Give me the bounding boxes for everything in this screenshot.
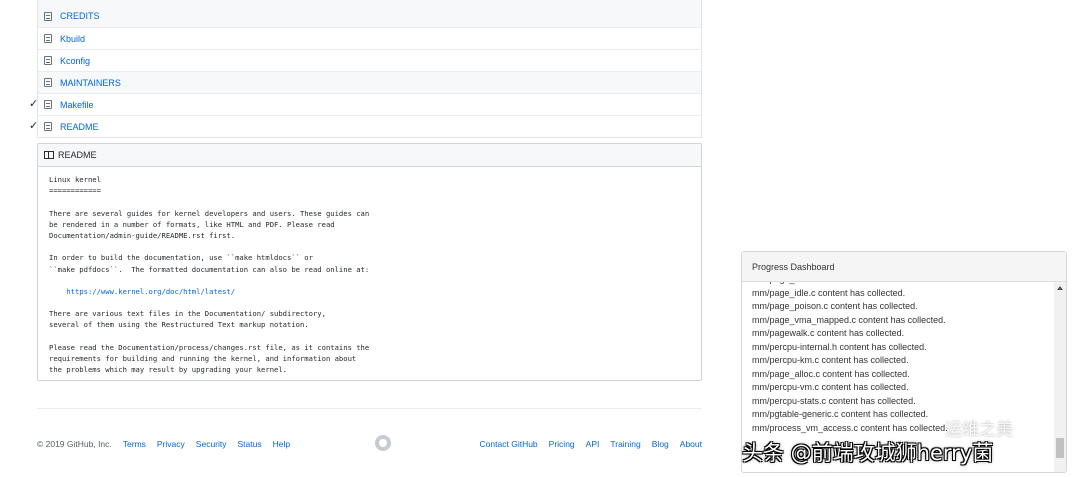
- file-link[interactable]: MAINTAINERS: [60, 78, 121, 88]
- file-link[interactable]: Kbuild: [60, 34, 85, 44]
- readme-line: ============: [49, 186, 101, 196]
- file-link[interactable]: CREDITS: [60, 11, 100, 21]
- footer-link-help[interactable]: Help: [273, 439, 290, 449]
- readme-line: Linux kernel: [49, 175, 101, 184]
- dashboard-title: Progress Dashboard: [752, 261, 835, 272]
- readme-content: Linux kernel ============ There are severa…: [38, 167, 701, 382]
- footer-divider: [37, 408, 702, 409]
- readme-line: [49, 275, 690, 286]
- readme-docs-link[interactable]: https://www.kernel.org/doc/html/latest/: [49, 286, 690, 297]
- footer-link-api[interactable]: API: [586, 439, 600, 449]
- log-entry: mm/pagewalk.c content has collected.: [752, 328, 905, 338]
- file-icon: [44, 34, 52, 43]
- log-entry: mm/page_idle.c content has collected.: [752, 287, 906, 298]
- log-entry: mm/page_vma_mapped.c content has collect…: [752, 314, 946, 325]
- footer-link-security[interactable]: Security: [196, 439, 227, 449]
- log-entry: mm/percpu-vm.c content has collected.: [752, 382, 909, 392]
- file-row[interactable]: CREDITS: [38, 0, 701, 27]
- log-entry: mm/percpu-km.c content has collected.: [752, 355, 909, 365]
- readme-line: Documentation/admin-guide/README.rst fir…: [49, 230, 236, 240]
- readme-line: [49, 196, 690, 207]
- checkmark-icon: ✓: [29, 120, 39, 132]
- file-icon: [44, 11, 52, 21]
- readme-header: README: [38, 144, 701, 167]
- file-row[interactable]: ✓ Makefile: [29, 93, 701, 115]
- log-entry: mm/page_alloc.c content has collected.: [752, 368, 910, 379]
- file-icon: [44, 100, 52, 109]
- scroll-up-arrow-icon[interactable]: [1057, 286, 1063, 290]
- github-logo-icon[interactable]: [375, 435, 391, 451]
- footer: © 2019 GitHub, Inc. Terms Privacy Security…: [37, 435, 702, 452]
- book-icon: [44, 151, 54, 159]
- footer-link-about[interactable]: About: [680, 439, 702, 449]
- file-link[interactable]: Makefile: [60, 100, 94, 110]
- readme-line: be rendered in a number of formats, like…: [49, 219, 335, 229]
- footer-link-blog[interactable]: Blog: [652, 439, 669, 449]
- scrollbar-thumb[interactable]: [1056, 438, 1064, 458]
- watermark-bottom-text: 头条 @前端攻城狮herry菌: [742, 441, 994, 465]
- footer-link-pricing[interactable]: Pricing: [549, 439, 575, 449]
- readme-line: the problems which may result by upgradi…: [49, 365, 287, 375]
- readme-line: [49, 241, 690, 252]
- file-row[interactable]: Kbuild: [38, 27, 701, 49]
- footer-copyright: © 2019 GitHub, Inc.: [37, 439, 112, 449]
- footer-link-training[interactable]: Training: [610, 439, 640, 449]
- readme-line: ``make pdfdocs``. The formatted document…: [49, 264, 370, 274]
- file-link[interactable]: Kconfig: [60, 56, 90, 66]
- dashboard-header: Progress Dashboard: [742, 252, 1066, 282]
- readme-panel: README Linux kernel ============ There are…: [37, 143, 702, 381]
- file-row[interactable]: ✓ README: [29, 115, 701, 137]
- readme-line: There are various text files in the Docu…: [49, 309, 326, 319]
- footer-link-terms[interactable]: Terms: [123, 439, 146, 449]
- readme-line: requirements for building and running th…: [49, 354, 357, 363]
- log-entry: mm/percpu-stats.c content has collected.: [752, 395, 916, 406]
- footer-link-contact-github[interactable]: Contact GitHub: [480, 439, 538, 449]
- file-icon: [44, 56, 52, 65]
- readme-line: [49, 297, 690, 308]
- dashboard-scrollbar[interactable]: [1054, 282, 1066, 472]
- log-entry: mm/page_poison.c content has collected.: [752, 301, 918, 311]
- checkmark-icon: ✓: [29, 98, 39, 110]
- file-list: CREDITS Kbuild Kconfig MAINTAINERS ✓ Makefile…: [29, 0, 702, 138]
- file-icon: [44, 122, 52, 131]
- file-link[interactable]: README: [60, 122, 99, 132]
- readme-line: There are several guides for kernel deve…: [49, 208, 370, 218]
- readme-line: Please read the Documentation/process/ch…: [49, 342, 370, 352]
- readme-line: several of them using the Restructured T…: [49, 320, 309, 330]
- readme-line: In order to build the documentation, use…: [49, 253, 313, 263]
- file-row[interactable]: Kconfig: [38, 49, 701, 71]
- file-icon: [44, 78, 52, 87]
- readme-title: README: [58, 150, 97, 160]
- file-row[interactable]: MAINTAINERS: [38, 71, 701, 93]
- log-entry: mm/percpu-internal.h content has collect…: [752, 341, 927, 352]
- footer-link-status[interactable]: Status: [238, 439, 262, 449]
- footer-link-privacy[interactable]: Privacy: [157, 439, 185, 449]
- readme-line: [49, 331, 690, 342]
